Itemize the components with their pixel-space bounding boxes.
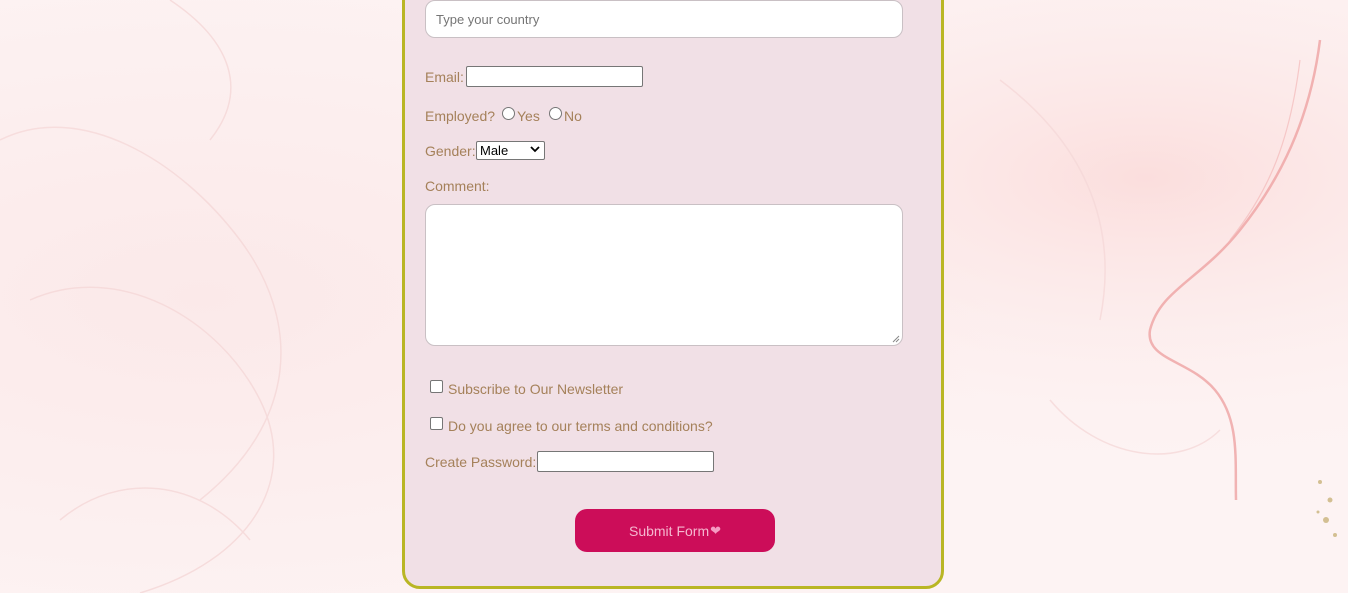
newsletter-checkbox[interactable] xyxy=(430,380,443,393)
employed-label: Employed? xyxy=(425,108,496,124)
email-label: Email: xyxy=(425,69,464,85)
submit-button[interactable]: Submit Form ❤ xyxy=(575,509,775,552)
employed-yes-radio[interactable] xyxy=(502,107,515,120)
heart-icon: ❤ xyxy=(710,522,722,538)
chevron-down-icon xyxy=(530,143,540,160)
country-input[interactable] xyxy=(425,0,903,38)
comment-textarea[interactable] xyxy=(425,204,903,346)
email-field[interactable] xyxy=(466,66,643,87)
newsletter-label: Subscribe to Our Newsletter xyxy=(448,381,624,397)
terms-label: Do you agree to our terms and conditions… xyxy=(448,418,713,434)
submit-button-label: Submit Form xyxy=(628,522,710,539)
employed-yes-label: Yes xyxy=(517,108,540,124)
gender-selected-value: Male xyxy=(480,143,509,158)
form-card: Email: Employed? Yes No Gender: Male Com… xyxy=(402,0,944,589)
comment-label: Comment: xyxy=(425,178,490,194)
gender-label: Gender: xyxy=(425,143,476,159)
gender-select[interactable]: Male xyxy=(476,141,545,160)
password-field[interactable] xyxy=(537,451,714,472)
resize-grip-icon[interactable] xyxy=(892,335,900,343)
employed-no-label: No xyxy=(564,108,582,124)
terms-checkbox[interactable] xyxy=(430,417,443,430)
employed-no-radio[interactable] xyxy=(549,107,562,120)
password-label: Create Password: xyxy=(425,454,537,470)
